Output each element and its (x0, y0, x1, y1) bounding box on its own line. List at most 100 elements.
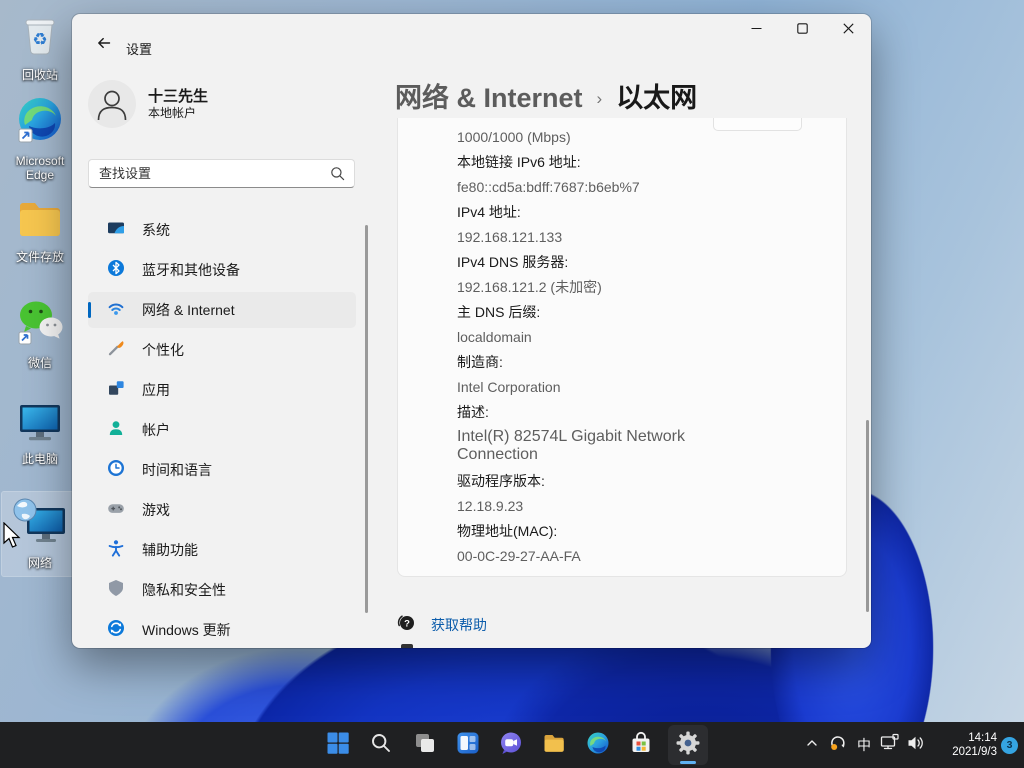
shield-icon (106, 578, 126, 603)
system-tray: 中 14:14 2021/9/3 3 (799, 722, 1024, 768)
get-help-link[interactable]: 获取帮助 (431, 615, 487, 635)
desktop-icon-wechat[interactable]: 微信 (2, 296, 78, 370)
help-icon: ? (397, 613, 415, 636)
hidden-icons-button[interactable] (799, 725, 825, 765)
file-explorer-button[interactable] (534, 725, 574, 765)
start-button[interactable] (318, 725, 358, 765)
sidebar-item-bluetooth-devices[interactable]: 蓝牙和其他设备 (88, 252, 356, 288)
sidebar-item-accounts[interactable]: 帐户 (88, 412, 356, 448)
titlebar: 设置 (72, 14, 871, 62)
widgets-button[interactable] (448, 725, 488, 765)
close-button[interactable] (825, 15, 871, 45)
desktop-icon-this-pc[interactable]: 此电脑 (2, 400, 78, 466)
accounts-person-icon (106, 418, 126, 443)
update-pending-button[interactable] (825, 725, 851, 765)
desktop-icon-file-folder[interactable]: 文件存放 (2, 198, 78, 264)
close-icon (843, 21, 854, 39)
mouse-cursor (2, 522, 22, 555)
minimize-button[interactable] (733, 15, 779, 45)
wifi-icon (106, 298, 126, 323)
get-help[interactable]: ? 获取帮助 (397, 613, 487, 636)
chat-button[interactable] (491, 725, 531, 765)
notification-badge[interactable]: 3 (1001, 737, 1018, 754)
taskbar: 中 14:14 2021/9/3 3 (0, 722, 1024, 768)
settings-search (88, 159, 355, 188)
sidebar-item-apps[interactable]: 应用 (88, 372, 356, 408)
prop-value: Intel(R) 82574L Gigabit Network Connecti… (457, 424, 697, 468)
update-icon (106, 618, 126, 643)
window-title: 设置 (126, 39, 152, 58)
prop-value: localdomain (457, 324, 826, 349)
breadcrumb-parent[interactable]: 网络 & Internet (395, 76, 583, 115)
sidebar-item-time-language[interactable]: 时间和语言 (88, 452, 356, 488)
folder-icon (542, 731, 566, 760)
prop-label: IPv4 地址: (457, 199, 826, 224)
desktop-icon-label: 回收站 (22, 68, 58, 82)
chat-icon (499, 731, 523, 760)
sidebar-item-accessibility[interactable]: 辅助功能 (88, 532, 356, 568)
recycle-bin-icon: ♻ (17, 14, 63, 65)
bluetooth-icon (106, 258, 126, 283)
sidebar-scrollbar[interactable] (365, 225, 368, 613)
task-view-button[interactable] (405, 725, 445, 765)
search-input[interactable] (89, 166, 330, 181)
ethernet-icon (880, 733, 900, 758)
desktop-icon-label: Microsoft Edge (2, 154, 78, 182)
prop-value: Intel Corporation (457, 374, 826, 399)
desktop-icon-label: 网络 (28, 556, 52, 570)
ime-indicator[interactable]: 中 (851, 725, 877, 765)
settings-window: 设置 十三先生 本地帐户 (72, 14, 871, 648)
content-scrollbar[interactable] (866, 420, 869, 612)
selected-indicator (88, 302, 91, 318)
clock-icon (106, 458, 126, 483)
sidebar-item-gaming[interactable]: 游戏 (88, 492, 356, 528)
sidebar-item-windows-update[interactable]: Windows 更新 (88, 612, 356, 648)
sidebar-item-system[interactable]: 系统 (88, 212, 356, 248)
prop-value: 192.168.121.2 (未加密) (457, 274, 826, 299)
desktop-icon-label: 文件存放 (16, 250, 64, 264)
network-tray-button[interactable] (877, 725, 903, 765)
sidebar-item-privacy-security[interactable]: 隐私和安全性 (88, 572, 356, 608)
accessibility-icon (106, 538, 126, 563)
breadcrumb: 网络 & Internet › 以太网 (395, 76, 697, 115)
gear-icon (675, 730, 701, 761)
tray-clock[interactable]: 14:14 2021/9/3 (935, 731, 997, 759)
desktop: ♻ 回收站 Microsoft Edge 文件存放 微 (0, 0, 1024, 768)
prop-value: 192.168.121.133 (457, 224, 826, 249)
desktop-icon-edge[interactable]: Microsoft Edge (2, 96, 78, 182)
maximize-button[interactable] (779, 15, 825, 45)
user-account-type: 本地帐户 (148, 106, 208, 121)
tray-date: 2021/9/3 (935, 745, 997, 759)
sidebar-item-network-internet[interactable]: 网络 & Internet (88, 292, 356, 328)
copy-button-partial[interactable] (713, 118, 802, 131)
store-button[interactable] (621, 725, 661, 765)
svg-text:?: ? (404, 618, 410, 629)
sync-pending-icon (828, 733, 848, 758)
back-button[interactable] (88, 33, 120, 57)
edge-button[interactable] (578, 725, 618, 765)
folder-icon (16, 198, 64, 247)
user-profile[interactable]: 十三先生 本地帐户 (88, 80, 208, 128)
personalization-brush-icon (106, 338, 126, 363)
windows-logo-icon (326, 731, 350, 760)
widgets-icon (456, 731, 480, 760)
store-icon (629, 731, 653, 760)
settings-button[interactable] (668, 725, 708, 765)
sidebar-item-personalization[interactable]: 个性化 (88, 332, 356, 368)
search-icon (330, 166, 345, 181)
gamepad-icon (106, 498, 126, 523)
ime-chinese-label: 中 (857, 735, 871, 755)
prop-label: 描述: (457, 399, 826, 424)
desktop-icon-recycle-bin[interactable]: ♻ 回收站 (2, 14, 78, 82)
volume-tray-button[interactable] (903, 725, 929, 765)
apps-icon (106, 378, 126, 403)
search-icon (370, 732, 392, 759)
tray-time: 14:14 (935, 731, 997, 745)
arrow-left-icon (96, 35, 112, 56)
search-button[interactable] (361, 725, 401, 765)
desktop-icon-label: 此电脑 (22, 452, 58, 466)
page-title: 以太网 (616, 76, 697, 115)
prop-label: 主 DNS 后缀: (457, 299, 826, 324)
prop-label: 物理地址(MAC): (457, 518, 826, 543)
feedback-partial-icon (401, 644, 413, 648)
